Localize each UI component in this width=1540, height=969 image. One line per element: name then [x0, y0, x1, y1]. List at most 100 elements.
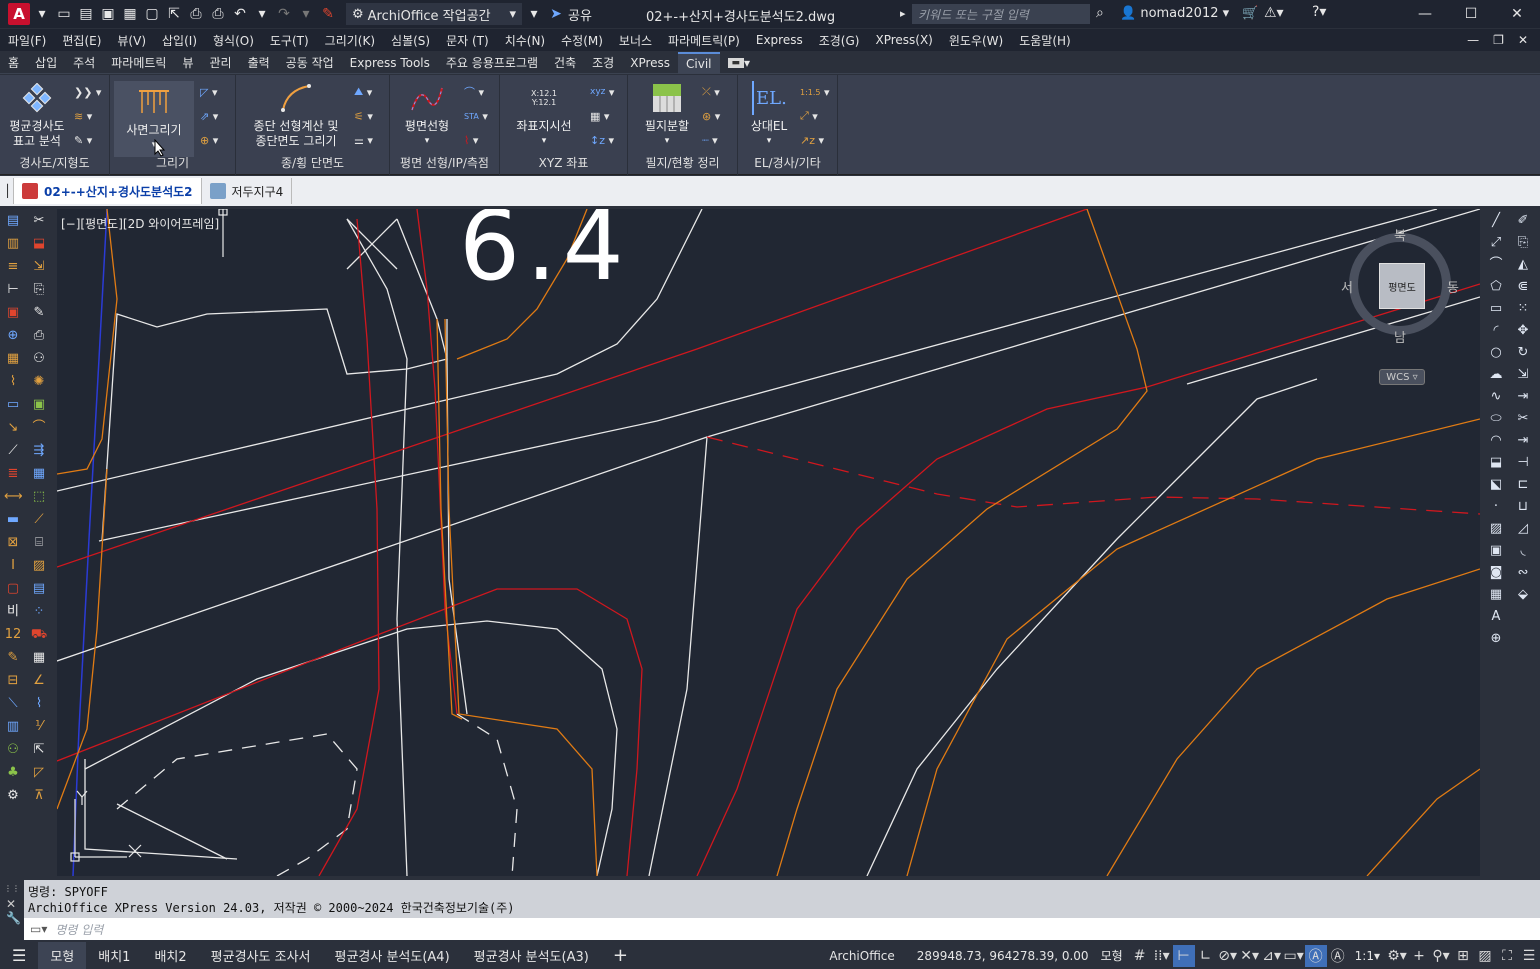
customize-qat-icon[interactable]: ▾	[524, 4, 544, 24]
lot-line-button[interactable]: ┈ ▾	[702, 131, 730, 149]
shape-icon[interactable]: ◸	[30, 765, 48, 781]
isolate-objects-icon[interactable]: ⊞	[1452, 945, 1474, 967]
doc-tabs-menu[interactable]: │	[0, 178, 14, 204]
units-icon[interactable]: ⚲▾	[1430, 945, 1452, 967]
polar-icon[interactable]: ⊘▾	[1217, 945, 1239, 967]
menu-format[interactable]: 형식(O)	[205, 32, 262, 49]
open-folder-icon[interactable]: ▤	[76, 4, 96, 24]
globe-icon[interactable]: ⊕	[4, 328, 22, 344]
share-icon[interactable]: ➤	[546, 4, 566, 24]
alignment-button[interactable]: 평면선형 ▾	[394, 81, 460, 149]
menu-edit[interactable]: 편집(E)	[54, 32, 109, 49]
lineweight-icon[interactable]: ▭▾	[1283, 945, 1305, 967]
section-edit-button[interactable]: ⚟ ▾	[354, 107, 382, 125]
tab-express-tools[interactable]: Express Tools	[342, 52, 438, 74]
app-menu-chevron-icon[interactable]: ▾	[32, 4, 52, 24]
arc-icon[interactable]: ◜	[1487, 323, 1505, 339]
drawing-canvas[interactable]: 6.4 [−][평면도][2D 와이어프레임] 평면도 북 남 서 동 WCS …	[57, 209, 1480, 876]
section-table-button[interactable]: ⚌ ▾	[354, 131, 382, 149]
break-object-icon[interactable]: ⊏	[1514, 477, 1532, 493]
join-icon[interactable]: ⊔	[1514, 499, 1532, 515]
break-point-icon[interactable]: ⊣	[1514, 455, 1532, 471]
slope-tool-icon[interactable]: ⟋	[30, 512, 48, 528]
bar-icon[interactable]: 비	[4, 604, 22, 620]
wipeout-icon[interactable]: ◙	[1487, 565, 1505, 581]
stamp-icon[interactable]: ⎙	[30, 328, 48, 344]
osnap-tracking-icon[interactable]: ✕▾	[1239, 945, 1261, 967]
text-i-icon[interactable]: I	[4, 558, 22, 574]
match-properties-icon[interactable]: ✎	[318, 4, 338, 24]
line-icon[interactable]: ╱	[1487, 213, 1505, 229]
edit-block-icon[interactable]: ✎	[30, 305, 48, 321]
layout-tab-a3[interactable]: 평균경사 분석도(A3)	[462, 942, 601, 969]
eraser-icon[interactable]: ✂	[30, 213, 48, 229]
menu-file[interactable]: 파일(F)	[0, 32, 54, 49]
edit-icon[interactable]: ✎	[4, 650, 22, 666]
share-label[interactable]: 공유	[568, 5, 592, 24]
scale-icon[interactable]: ⇲	[30, 259, 48, 275]
undo-icon[interactable]: ↶	[230, 4, 250, 24]
ellipse-arc-icon[interactable]: ◠	[1487, 433, 1505, 449]
wcs-menu[interactable]: WCS ▿	[1379, 369, 1425, 385]
layout-tab-layout2[interactable]: 배치2	[142, 942, 198, 969]
layout-tab-model[interactable]: 모형	[38, 942, 87, 969]
tab-featured-apps[interactable]: 주요 응용프로그램	[438, 52, 546, 74]
ratio-icon[interactable]: ⅟	[30, 719, 48, 735]
fillet-icon[interactable]: ◟	[1514, 543, 1532, 559]
close-command-icon[interactable]: ✕	[0, 897, 24, 911]
doc-restore-icon[interactable]: ❐	[1493, 33, 1504, 47]
tab-landscape[interactable]: 조경	[584, 52, 622, 74]
z-slope-button[interactable]: ↗z ▾	[800, 131, 828, 149]
move-icon[interactable]: ✥	[1514, 323, 1532, 339]
menu-draw[interactable]: 그리기(K)	[317, 32, 383, 49]
save-as-icon[interactable]: ▦	[120, 4, 140, 24]
slope-arrow-button[interactable]: ❯❯ ▾	[74, 83, 102, 101]
ip-button[interactable]: ⌇ ▾	[464, 131, 492, 149]
text-style-icon[interactable]: ≡	[4, 259, 22, 275]
stretch-icon[interactable]: ⇥	[1514, 389, 1532, 405]
extend-icon[interactable]: ⇥	[1514, 433, 1532, 449]
cells-icon[interactable]: ▦	[30, 650, 48, 666]
hatch-tool-icon[interactable]: ▨	[1487, 521, 1505, 537]
new-file-icon[interactable]: ▭	[54, 4, 74, 24]
cross-box-icon[interactable]: ⊠	[4, 535, 22, 551]
copy-icon[interactable]: ⎘	[30, 282, 48, 298]
viewcube[interactable]: 평면도 북 남 서 동 WCS ▿	[1341, 229, 1459, 385]
menu-parametric[interactable]: 파라메트릭(P)	[660, 32, 748, 49]
ortho-icon[interactable]: ∟	[1195, 945, 1217, 967]
area-icon[interactable]: ⬚	[30, 489, 48, 505]
frame-icon[interactable]: ▢	[4, 581, 22, 597]
viewcube-north[interactable]: 북	[1394, 225, 1406, 244]
layout-tab-survey[interactable]: 평균경사도 조사서	[199, 942, 323, 969]
tab-home[interactable]: 홈	[0, 52, 27, 74]
point-icon[interactable]: ·	[1487, 499, 1505, 515]
station-button[interactable]: STA ▾	[464, 107, 492, 125]
terrain-hatch-button[interactable]: ≋ ▾	[74, 107, 102, 125]
construction-line-icon[interactable]: ⤢	[1487, 235, 1505, 251]
people-icon[interactable]: ⚇	[4, 742, 22, 758]
menu-text[interactable]: 문자 (T)	[438, 32, 497, 49]
slash-icon[interactable]: ⟍	[4, 696, 22, 712]
export-tool-icon[interactable]: ⇱	[30, 742, 48, 758]
car-icon[interactable]: ⛟	[30, 627, 48, 643]
ruler-icon[interactable]: ▬	[4, 512, 22, 528]
grid-globe-button[interactable]: ⊕ ▾	[200, 131, 228, 149]
menu-modify[interactable]: 수정(M)	[553, 32, 611, 49]
menu-insert[interactable]: 삽입(I)	[154, 32, 205, 49]
rectangle-icon[interactable]: ▭	[1487, 301, 1505, 317]
coord-table-button[interactable]: ▦ ▾	[590, 107, 618, 125]
blend-icon[interactable]: ∾	[1514, 565, 1532, 581]
polygon-button[interactable]: ◸ ▾	[200, 83, 228, 101]
save-icon[interactable]: ▣	[98, 4, 118, 24]
tab-civil[interactable]: Civil	[678, 51, 720, 74]
array-icon[interactable]: ⁙	[1514, 301, 1532, 317]
leader-icon[interactable]: ↘	[4, 420, 22, 436]
circle-icon[interactable]: ○	[1487, 345, 1505, 361]
mark-icon[interactable]: ⊼	[30, 788, 48, 804]
viewcube-face[interactable]: 평면도	[1379, 263, 1425, 309]
coord-leader-button[interactable]: X:12.1 Y:12.1 좌표지시선 ▾	[506, 81, 582, 149]
scale-object-icon[interactable]: ⇲	[1514, 367, 1532, 383]
offset-object-icon[interactable]: ⋐	[1514, 279, 1532, 295]
user-account[interactable]: 👤 nomad2012 ▾	[1120, 6, 1229, 21]
annotation-scale[interactable]: 1:1▾	[1349, 949, 1386, 963]
